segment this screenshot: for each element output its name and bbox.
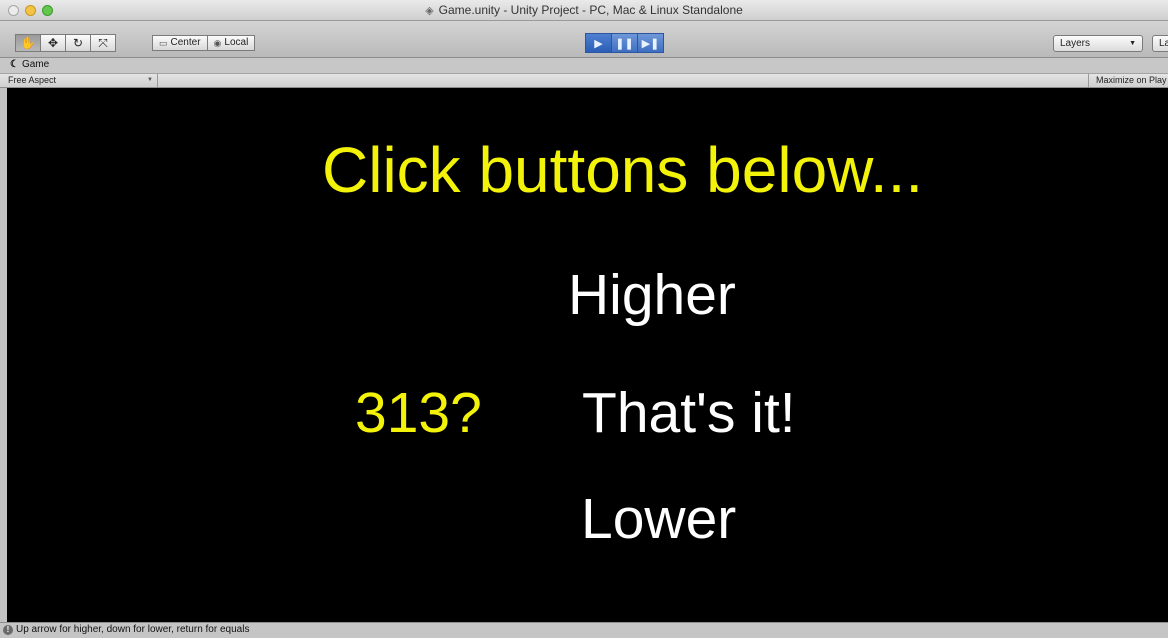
pivot-center-label: Center xyxy=(170,37,201,48)
main-toolbar: ✋ ✥ ↻ ⤧ ▭ Center ◉ Local ▶ ❚❚ ▶❚ Layers ▼ … xyxy=(0,21,1168,58)
pivot-center-button[interactable]: ▭ Center xyxy=(152,35,208,51)
maximize-label: Maximize on Play xyxy=(1096,75,1167,85)
hand-tool-button[interactable]: ✋ xyxy=(15,34,41,52)
pivot-local-button[interactable]: ◉ Local xyxy=(206,35,256,51)
unity-document-icon: ◈ xyxy=(425,5,434,17)
move-tool-button[interactable]: ✥ xyxy=(40,34,66,52)
layers-dropdown[interactable]: Layers ▼ xyxy=(1053,35,1143,52)
info-icon: ! xyxy=(3,625,13,635)
hand-icon: ✋ xyxy=(20,36,36,50)
aspect-label: Free Aspect xyxy=(8,75,57,85)
pause-icon: ❚❚ xyxy=(615,37,634,50)
pivot-local-label: Local xyxy=(224,37,249,48)
window-title-area: ◈ Game.unity - Unity Project - PC, Mac & … xyxy=(0,3,1168,17)
rotate-tool-button[interactable]: ↻ xyxy=(65,34,91,52)
move-icon: ✥ xyxy=(47,36,59,50)
game-tab-bar: ☾ Game xyxy=(0,58,1168,73)
status-bar: ! Up arrow for higher, down for lower, r… xyxy=(0,622,1168,638)
thats-it-button[interactable]: That's it! xyxy=(582,385,796,442)
lower-button[interactable]: Lower xyxy=(581,491,736,548)
layers-label: Layers xyxy=(1060,38,1091,49)
play-button[interactable]: ▶ xyxy=(585,33,612,53)
tab-game[interactable]: ☾ Game xyxy=(10,59,49,70)
transform-tools: ✋ ✥ ↻ ⤧ xyxy=(15,34,116,52)
playback-controls: ▶ ❚❚ ▶❚ xyxy=(585,33,664,53)
higher-button[interactable]: Higher xyxy=(568,267,736,324)
pause-button[interactable]: ❚❚ xyxy=(611,33,638,53)
status-message[interactable]: Up arrow for higher, down for lower, ret… xyxy=(16,624,249,635)
local-space-icon: ◉ xyxy=(213,38,222,48)
maximize-on-play-button[interactable]: Maximize on Play xyxy=(1088,74,1168,87)
game-heading: Click buttons below... xyxy=(322,134,924,206)
dropdown-arrow-icon: ▼ xyxy=(1129,40,1136,47)
window-title: Game.unity - Unity Project - PC, Mac & L… xyxy=(438,3,743,17)
pivot-center-icon: ▭ xyxy=(159,38,168,48)
scale-tool-button[interactable]: ⤧ xyxy=(90,34,116,52)
aspect-ratio-dropdown[interactable]: Free Aspect ▼ xyxy=(0,74,158,87)
play-icon: ▶ xyxy=(594,37,603,50)
dropdown-arrow-icon: ▼ xyxy=(147,77,153,83)
layout-dropdown[interactable]: La xyxy=(1152,35,1168,52)
step-icon: ▶❚ xyxy=(641,37,660,50)
rotate-icon: ↻ xyxy=(72,36,84,50)
scale-icon: ⤧ xyxy=(98,35,108,50)
step-button[interactable]: ▶❚ xyxy=(637,33,664,53)
game-view: Click buttons below... Higher 313? That'… xyxy=(7,88,1168,622)
game-tab-icon: ☾ xyxy=(10,59,19,70)
title-bar: ◈ Game.unity - Unity Project - PC, Mac & … xyxy=(0,0,1168,21)
pivot-controls: ▭ Center ◉ Local xyxy=(152,35,256,51)
game-tab-label: Game xyxy=(21,59,50,70)
layout-label: La xyxy=(1159,38,1168,49)
game-view-toolbar: Free Aspect ▼ Maximize on Play xyxy=(0,73,1168,88)
guess-label: 313? xyxy=(355,381,482,445)
